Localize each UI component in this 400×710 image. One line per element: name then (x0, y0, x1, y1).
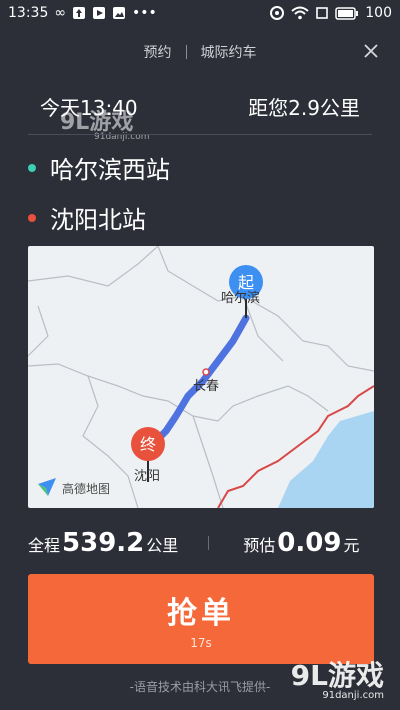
wifi-icon (291, 6, 309, 20)
end-dot (28, 213, 36, 222)
close-button[interactable] (360, 40, 382, 62)
grab-order-button[interactable]: 抢单 17s (28, 574, 374, 664)
tab-reserve[interactable]: 预约 (144, 42, 172, 62)
end-stop-name: 沈阳北站 (50, 206, 146, 234)
start-stop: 哈尔滨西站 (28, 150, 170, 185)
amap-logo-icon (38, 478, 56, 496)
summary-divider (208, 536, 210, 550)
estimate-unit: 元 (343, 536, 360, 555)
screen-icon (315, 6, 329, 20)
start-dot (28, 163, 36, 172)
trip-summary: 全程 539.2 公里 预估 0.09 元 (28, 528, 372, 558)
infinity-icon: ∞ (54, 5, 67, 21)
end-city-label: 沈阳 (134, 469, 160, 484)
grab-order-label: 抢单 (167, 596, 235, 631)
estimate-price: 0.09 (277, 528, 342, 558)
image-icon (112, 6, 126, 20)
more-dots-icon: ••• (132, 5, 157, 21)
map-provider: 高德地图 (62, 481, 110, 496)
status-bar: 13:35 ∞ ••• 100 (0, 0, 400, 26)
mid-city-marker (202, 368, 210, 376)
start-badge: 起 (238, 273, 254, 292)
mid-city-label: 长春 (193, 379, 219, 394)
total-prefix: 全程 (28, 536, 61, 555)
status-time: 13:35 (8, 5, 49, 21)
route-map[interactable]: 长春 起 哈尔滨 终 沈阳 高德地图 (28, 246, 374, 508)
estimate-prefix: 预估 (243, 536, 276, 555)
end-badge: 终 (140, 435, 156, 454)
map-canvas: 长春 起 哈尔滨 终 沈阳 高德地图 (28, 246, 374, 508)
grab-countdown: 17s (190, 636, 212, 650)
battery-icon (335, 6, 359, 20)
order-type-bar: 预约 城际约车 (0, 38, 400, 66)
close-icon (364, 44, 378, 58)
watermark-bottom: 9L游戏 91danji.com (291, 654, 384, 701)
tab-divider (185, 45, 187, 59)
watermark-top: 9L游戏 91danji.com (60, 104, 149, 142)
total-distance: 539.2 (62, 528, 145, 558)
divider (28, 134, 372, 135)
tab-intercity[interactable]: 城际约车 (201, 42, 257, 62)
end-stop: 沈阳北站 (28, 200, 146, 235)
nfc-icon (269, 5, 285, 21)
distance-to-you: 距您2.9公里 (248, 96, 360, 120)
start-stop-name: 哈尔滨西站 (50, 156, 170, 184)
battery-level: 100 (365, 5, 392, 21)
sea-area (278, 411, 374, 508)
total-unit: 公里 (146, 536, 179, 555)
watermark-brand: 9L游戏 (290, 659, 384, 692)
start-city-label: 哈尔滨 (221, 290, 260, 306)
play-icon (92, 6, 106, 20)
upload-icon (72, 6, 86, 20)
